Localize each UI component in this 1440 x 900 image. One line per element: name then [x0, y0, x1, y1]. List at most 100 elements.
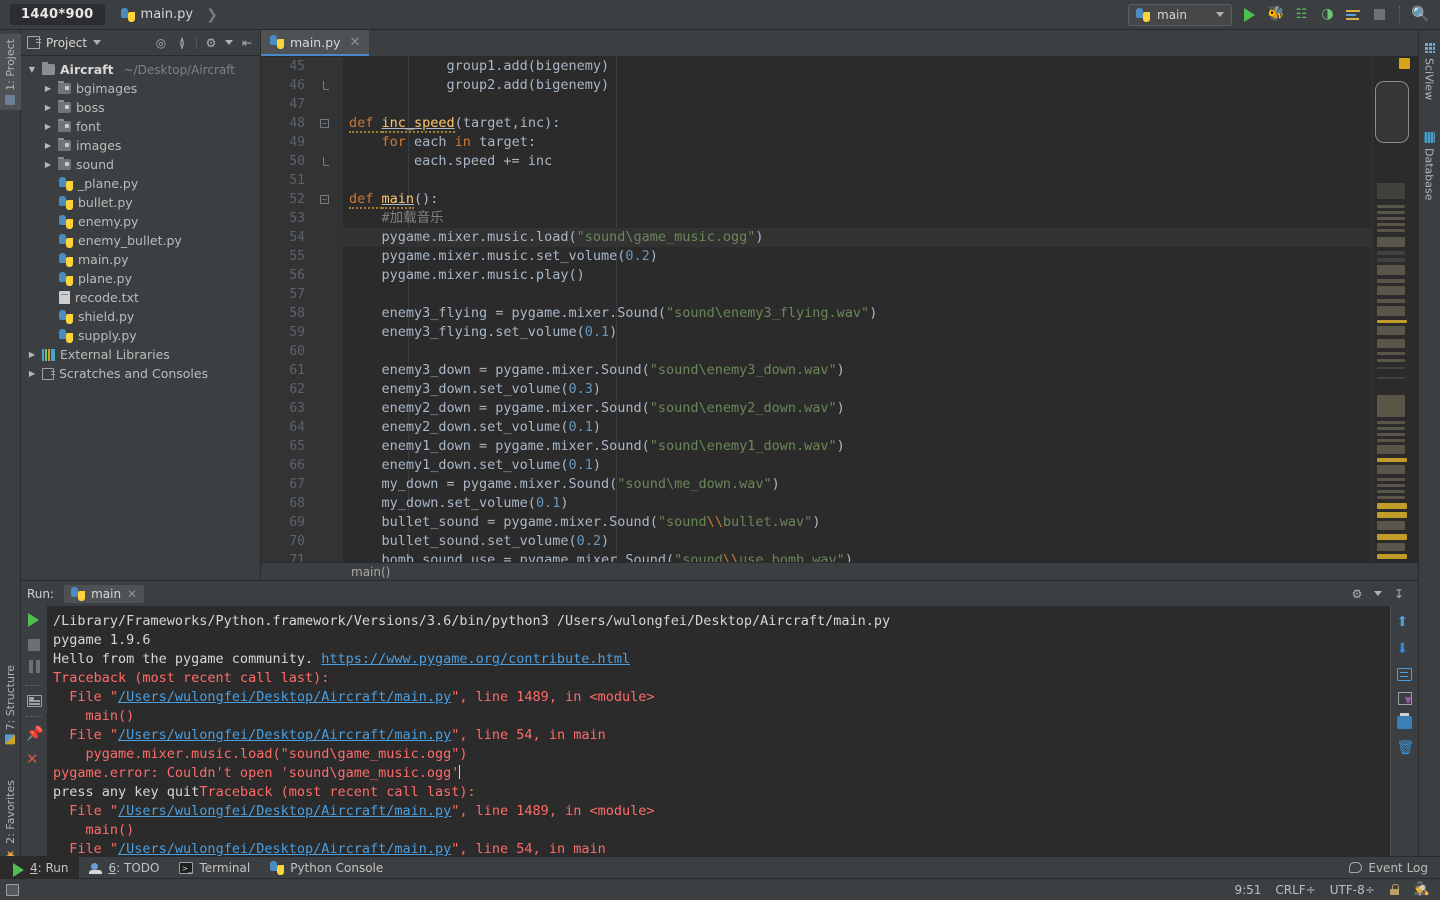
sidebar-item-project[interactable]: 1: Project — [0, 34, 21, 110]
fold-end-icon[interactable] — [323, 157, 329, 166]
profile-icon[interactable]: ◑ — [1319, 6, 1336, 23]
python-file-icon — [120, 7, 135, 22]
tree-row-root[interactable]: Aircraft ~/Desktop/Aircraft — [21, 60, 260, 79]
close-icon[interactable]: ✕ — [350, 35, 361, 50]
chevron-right-icon[interactable] — [27, 350, 37, 359]
stop-icon[interactable] — [1371, 6, 1388, 23]
fold-end-icon[interactable] — [323, 81, 329, 90]
run-icon[interactable] — [1241, 6, 1258, 23]
tree-row-supply-py[interactable]: supply.py — [21, 326, 260, 345]
rerun-icon[interactable] — [26, 612, 42, 628]
tree-row-images[interactable]: images — [21, 136, 260, 155]
tool-window-python-console[interactable]: Python Console — [260, 857, 393, 879]
chevron-down-icon[interactable] — [1216, 12, 1224, 17]
line-separator[interactable]: CRLF÷ — [1275, 883, 1315, 897]
console-link[interactable]: /Users/wulongfei/Desktop/Aircraft/main.p… — [118, 727, 451, 743]
console-output[interactable]: /Library/Frameworks/Python.framework/Ver… — [47, 606, 1390, 857]
tab-main-py[interactable]: main.py ✕ — [261, 30, 370, 56]
tree-row-recode-txt[interactable]: recode.txt — [21, 288, 260, 307]
run-configuration-selector[interactable]: main — [1128, 3, 1232, 26]
pause-icon[interactable] — [26, 660, 42, 676]
editor-marker-column[interactable] — [1372, 57, 1418, 562]
tool-window-terminal[interactable]: >_ Terminal — [169, 857, 260, 879]
chevron-right-icon[interactable] — [43, 84, 53, 93]
toggle-toolbar-icon[interactable] — [6, 883, 19, 896]
python-interpreter-icon[interactable]: 🕵 — [1414, 883, 1430, 896]
project-panel-actions: ◎ ≬ ⚙ ⇤ — [154, 36, 254, 50]
tree-item-label: main.py — [78, 252, 129, 267]
project-view-chevron-down-icon[interactable] — [93, 40, 102, 45]
tool-window-run[interactable]: 4: Run — [0, 856, 79, 879]
file-encoding[interactable]: UTF-8÷ — [1330, 883, 1375, 897]
editor-scrollbar-thumb[interactable] — [1375, 81, 1409, 143]
tree-row-enemy-py[interactable]: enemy.py — [21, 212, 260, 231]
close-tab-icon[interactable]: ✕ — [26, 751, 42, 767]
project-tree-items: bgimages boss font images sound _plane.pybull… — [21, 79, 260, 345]
fold-collapse-icon[interactable]: − — [320, 119, 329, 128]
code-editor[interactable]: 45 46 47 48− 49 50 51 52− 53 54 55 56 57 58 59 60 61 62 63… — [261, 57, 1418, 562]
settings-chevron-down-icon[interactable] — [225, 40, 233, 45]
run-config-python-icon — [1136, 7, 1150, 22]
breadcrumb[interactable]: main() — [261, 562, 1418, 580]
coverage-icon[interactable]: ☷ — [1293, 6, 1310, 23]
tree-row-bgimages[interactable]: bgimages — [21, 79, 260, 98]
console-link[interactable]: /Users/wulongfei/Desktop/Aircraft/main.p… — [118, 841, 451, 857]
minimap-code-marker — [1377, 265, 1405, 275]
tree-row--plane-py[interactable]: _plane.py — [21, 174, 260, 193]
tree-row-sound[interactable]: sound — [21, 155, 260, 174]
titlebar-file-breadcrumb[interactable]: main.py ❯ — [120, 7, 218, 23]
chevron-right-icon[interactable] — [43, 160, 53, 169]
tool-window-todo[interactable]: 6: TODO — [79, 857, 170, 879]
lock-icon[interactable] — [1389, 884, 1400, 895]
chevron-down-icon[interactable] — [27, 65, 37, 74]
tree-row-main-py[interactable]: main.py — [21, 250, 260, 269]
sidebar-item-structure[interactable]: 7: Structure — [0, 660, 21, 749]
tree-row-shield-py[interactable]: shield.py — [21, 307, 260, 326]
chevron-right-icon[interactable] — [43, 103, 53, 112]
console-link[interactable]: https://www.pygame.org/contribute.html — [321, 651, 630, 667]
cursor-position[interactable]: 9:51 — [1234, 883, 1261, 897]
tree-row-font[interactable]: font — [21, 117, 260, 136]
tree-row-scratches[interactable]: Scratches and Consoles — [21, 364, 260, 383]
sidebar-item-favorites[interactable]: ★ 2: Favorites — [0, 775, 21, 867]
soft-wrap-icon[interactable] — [1397, 668, 1412, 681]
close-icon[interactable]: ✕ — [127, 587, 137, 601]
print-icon[interactable] — [1397, 713, 1412, 729]
console-link[interactable]: /Users/wulongfei/Desktop/Aircraft/main.p… — [118, 689, 451, 705]
minimap-code-marker — [1377, 427, 1405, 430]
scroll-down-icon[interactable]: ⬇ — [1397, 641, 1413, 657]
chevron-right-icon[interactable] — [43, 122, 53, 131]
run-tab-main[interactable]: main ✕ — [64, 584, 145, 603]
chevron-right-icon[interactable] — [27, 369, 37, 378]
expand-collapse-icon[interactable]: ≬ — [175, 36, 189, 50]
pin-icon[interactable]: 📌 — [26, 726, 43, 742]
tree-row-bullet-py[interactable]: bullet.py — [21, 193, 260, 212]
locate-icon[interactable]: ◎ — [154, 36, 168, 50]
console-icon[interactable] — [1345, 6, 1362, 23]
event-log-area[interactable]: Event Log — [1349, 861, 1440, 875]
clear-all-icon[interactable]: 🗑 — [1397, 740, 1415, 756]
tree-row-enemy-bullet-py[interactable]: enemy_bullet.py — [21, 231, 260, 250]
settings-chevron-down-icon[interactable] — [1374, 591, 1382, 596]
scroll-up-icon[interactable]: ⬆ — [1397, 614, 1413, 630]
code-content[interactable]: group1.add(bigenemy) group2.add(bigenemy… — [343, 57, 1372, 562]
console-text: pygame.error: Couldn't open 'sound\game_… — [53, 765, 460, 781]
search-icon[interactable]: 🔍 — [1411, 6, 1430, 23]
hide-panel-icon[interactable]: ⇤ — [240, 36, 254, 50]
gear-icon[interactable]: ⚙ — [204, 36, 218, 50]
hide-panel-icon[interactable]: ↧ — [1392, 587, 1406, 601]
sidebar-item-sciview[interactable]: SciView — [1418, 36, 1440, 106]
export-icon[interactable] — [1397, 692, 1412, 706]
tree-row-plane-py[interactable]: plane.py — [21, 269, 260, 288]
tree-row-external-libraries[interactable]: External Libraries — [21, 345, 260, 364]
stop-icon[interactable] — [28, 639, 40, 651]
fold-collapse-icon[interactable]: − — [320, 195, 329, 204]
debug-icon[interactable]: 🐝 — [1267, 6, 1284, 23]
sidebar-item-database[interactable]: Database — [1418, 126, 1440, 207]
titlebar-actions: main 🐝 ☷ ◑ 🔍 — [1128, 3, 1440, 26]
console-link[interactable]: /Users/wulongfei/Desktop/Aircraft/main.p… — [118, 803, 451, 819]
chevron-right-icon[interactable] — [43, 141, 53, 150]
gear-icon[interactable]: ⚙ — [1350, 587, 1364, 601]
show-console-icon[interactable] — [26, 695, 42, 707]
tree-row-boss[interactable]: boss — [21, 98, 260, 117]
